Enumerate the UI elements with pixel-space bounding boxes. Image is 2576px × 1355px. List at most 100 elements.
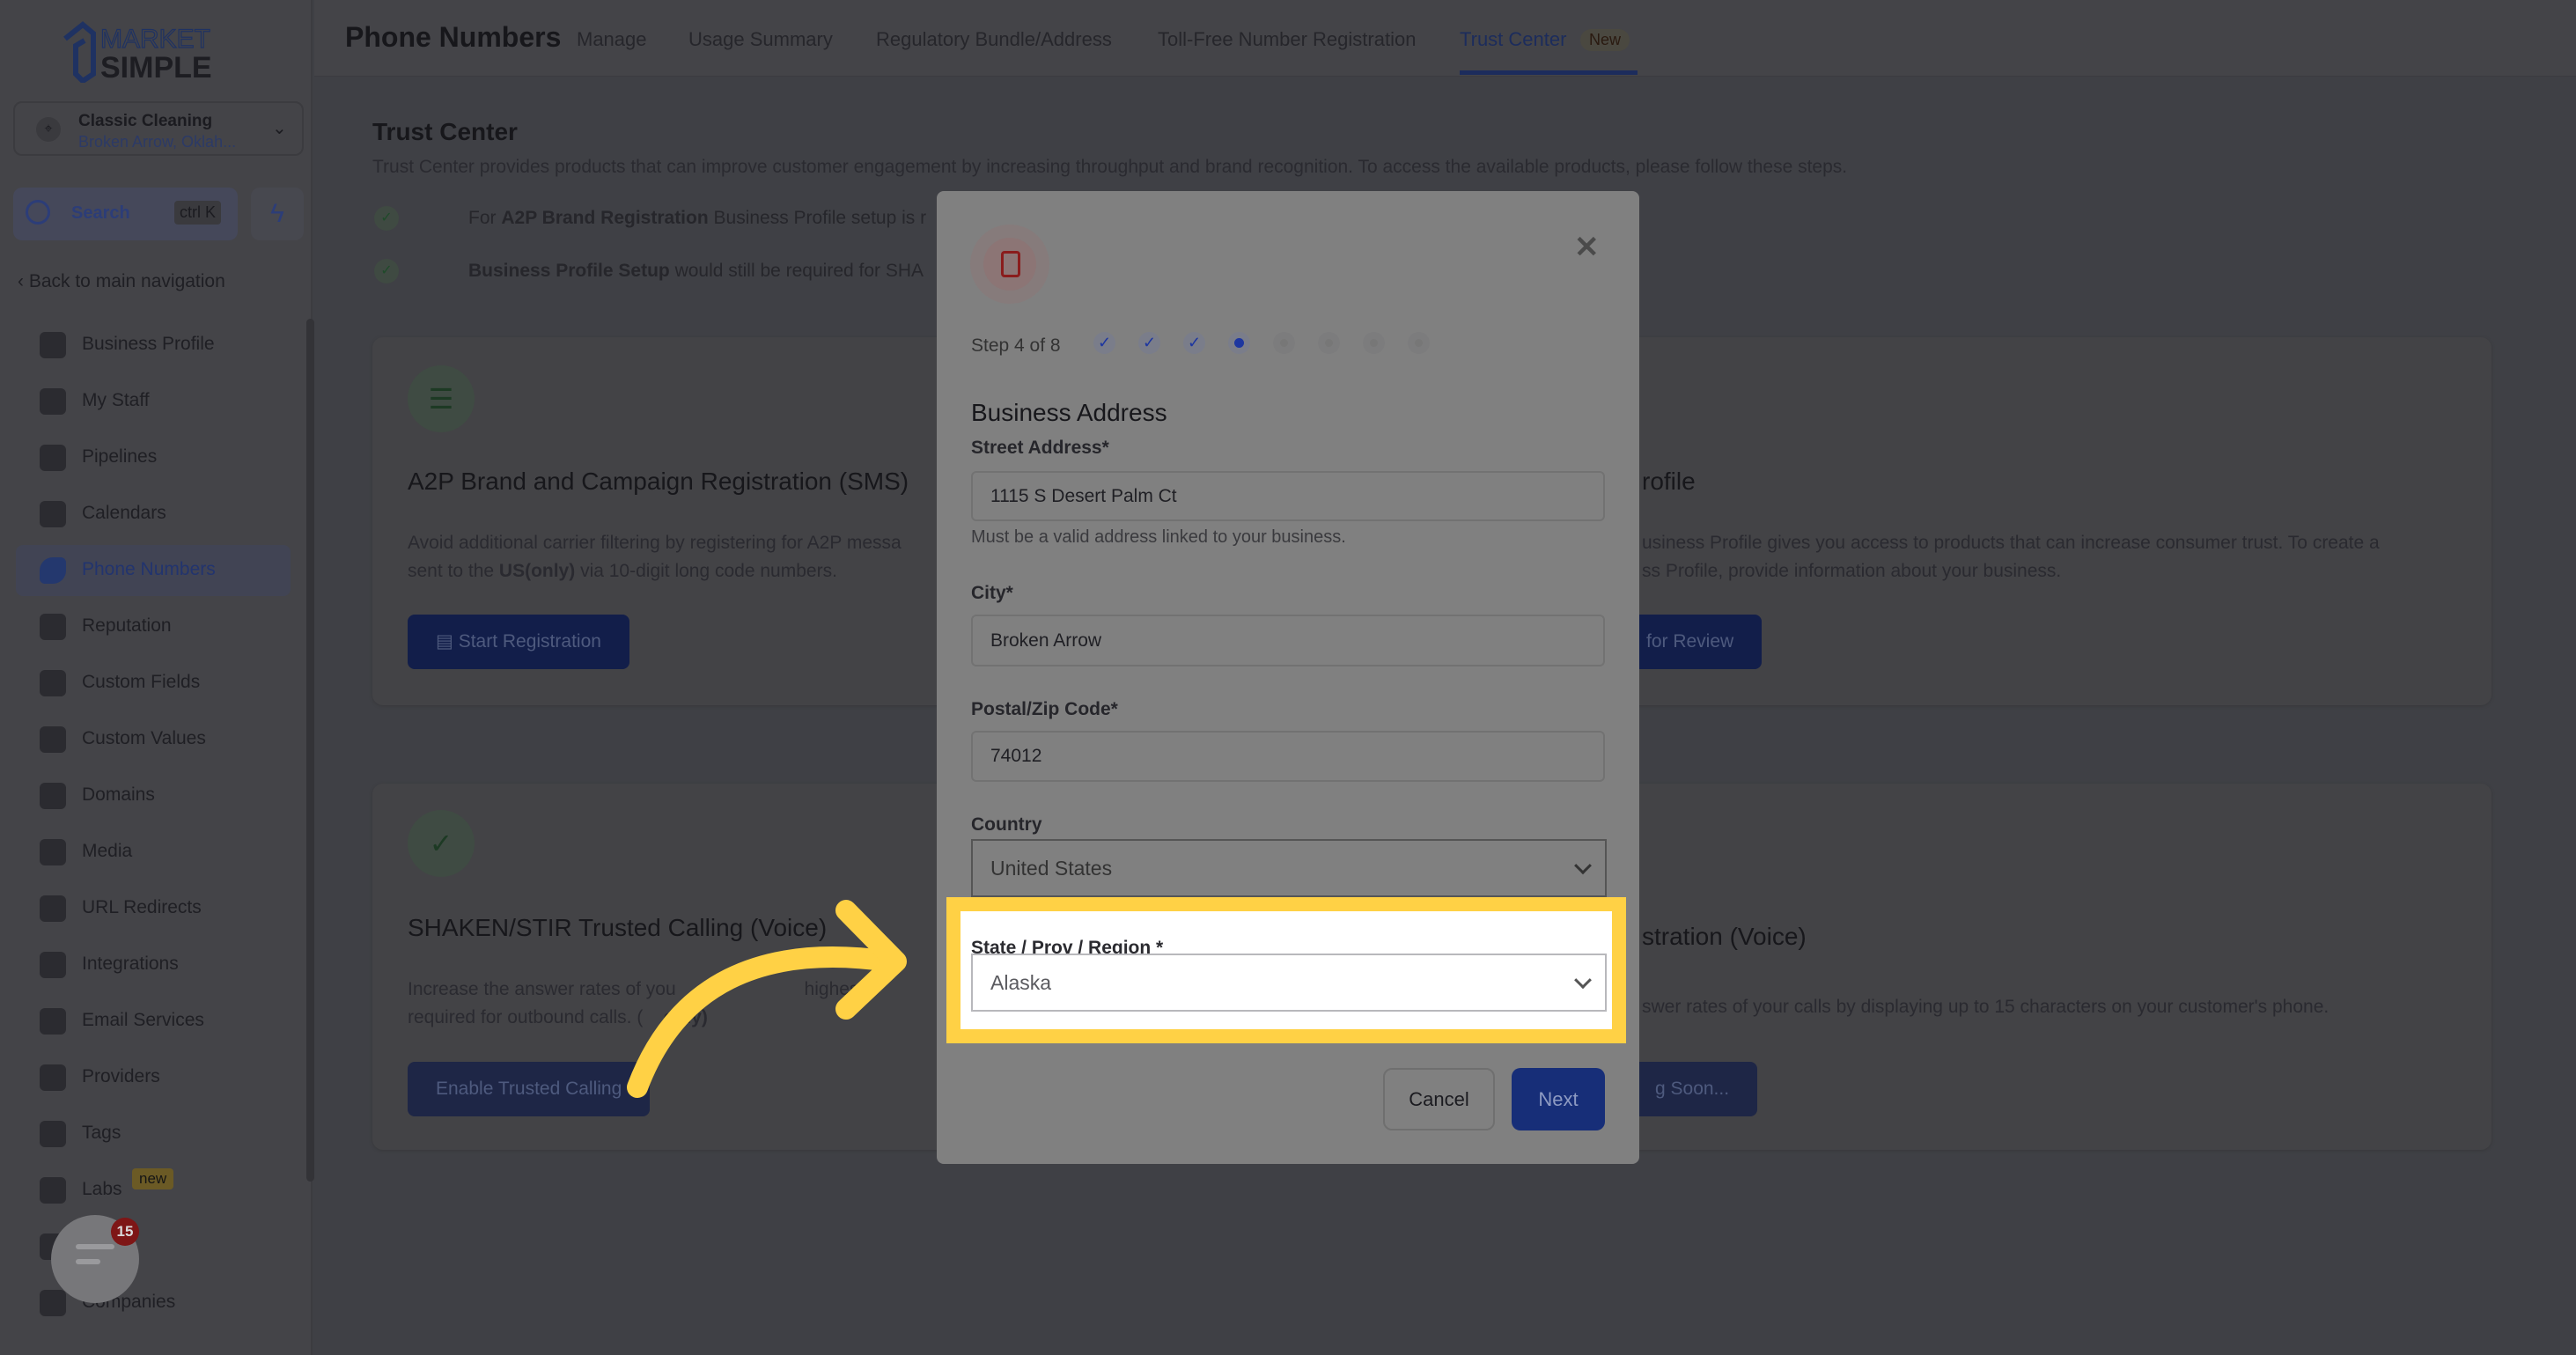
enable-trusted-calling-button[interactable]: Enable Trusted Calling bbox=[408, 1062, 651, 1116]
business-address-modal: ✕ Step 4 of 8 ✓ ✓ ✓ Business Address Stree… bbox=[937, 191, 1639, 1164]
sidebar-item-media[interactable]: Media bbox=[16, 827, 291, 878]
globe-icon bbox=[40, 783, 66, 809]
next-button[interactable]: Next bbox=[1512, 1068, 1605, 1130]
tag-icon bbox=[40, 1121, 66, 1147]
state-select[interactable]: Alaska bbox=[971, 954, 1607, 1012]
tab-usage-summary[interactable]: Usage Summary bbox=[688, 28, 833, 51]
location-address: Broken Arrow, Oklah... bbox=[78, 133, 237, 151]
sidebar-item-label: Pipelines bbox=[82, 446, 158, 467]
sidebar-item-label: Media bbox=[82, 841, 133, 861]
country-label: Country bbox=[971, 814, 1042, 835]
step-complete-check-icon: ✓ bbox=[1093, 332, 1115, 354]
user-icon bbox=[40, 388, 66, 415]
custom-fields-icon bbox=[40, 670, 66, 696]
verified-badge-icon: ✓ bbox=[408, 810, 475, 877]
step-pending-dot bbox=[1363, 332, 1385, 354]
briefcase-icon bbox=[40, 332, 66, 358]
email-icon bbox=[40, 1008, 66, 1035]
check-icon: ✓ bbox=[374, 206, 399, 231]
sidebar: MARKET SIMPLE ⌖ Classic Cleaning Broken … bbox=[0, 0, 314, 1355]
step-pending-dot bbox=[1273, 332, 1295, 354]
document-check-icon: ☰ bbox=[408, 365, 475, 432]
highlight-box: State / Prov / Region * Alaska bbox=[946, 897, 1626, 1043]
postal-code-input[interactable]: 74012 bbox=[971, 731, 1605, 782]
step-indicator-text: Step 4 of 8 bbox=[971, 335, 1061, 356]
sidebar-item-label: Custom Values bbox=[82, 728, 206, 748]
sidebar-item-business-profile[interactable]: Business Profile bbox=[16, 320, 291, 371]
redirect-icon bbox=[40, 895, 66, 922]
sidebar-item-label: Phone Numbers bbox=[82, 559, 216, 579]
page-title: Phone Numbers bbox=[345, 21, 562, 53]
step-complete-check-icon: ✓ bbox=[1138, 332, 1160, 354]
sidebar-item-custom-values[interactable]: Custom Values bbox=[16, 714, 291, 765]
sidebar-item-label: My Staff bbox=[82, 390, 150, 410]
sidebar-item-label: Email Services bbox=[82, 1010, 204, 1030]
search-button[interactable]: Search ctrl K bbox=[13, 188, 238, 240]
trust-center-description: Trust Center provides products that can … bbox=[372, 157, 1848, 177]
sidebar-item-calendars[interactable]: Calendars bbox=[16, 489, 291, 540]
search-label: Search bbox=[71, 203, 130, 223]
location-pin-icon: ⌖ bbox=[36, 117, 61, 142]
sidebar-item-providers[interactable]: Providers bbox=[16, 1052, 291, 1103]
sidebar-item-reputation[interactable]: Reputation bbox=[16, 601, 291, 652]
start-registration-button[interactable]: ▤ Start Registration bbox=[408, 615, 629, 669]
card-title: A2P Brand and Campaign Registration (SMS… bbox=[408, 468, 909, 495]
calendar-icon bbox=[40, 501, 66, 527]
clipboard-icon bbox=[40, 1064, 66, 1091]
street-label: Street Address* bbox=[971, 438, 1109, 458]
state-value: Alaska bbox=[990, 970, 1052, 994]
tab-trust-center[interactable]: Trust Center bbox=[1460, 28, 1566, 51]
location-switcher[interactable]: ⌖ Classic Cleaning Broken Arrow, Oklah..… bbox=[13, 101, 304, 156]
card-title: rofile bbox=[1642, 468, 1696, 495]
sidebar-item-label: Custom Fields bbox=[82, 672, 201, 692]
sidebar-item-label: Domains bbox=[82, 784, 155, 805]
card-title: stration (Voice) bbox=[1642, 923, 1807, 950]
integrations-icon bbox=[40, 952, 66, 978]
step-1-text: For A2P Brand Registration Business Prof… bbox=[468, 208, 927, 228]
chat-unread-badge: 15 bbox=[111, 1218, 139, 1246]
svg-text:MARKET: MARKET bbox=[100, 25, 210, 54]
sidebar-scrollbar[interactable] bbox=[306, 319, 314, 1182]
sidebar-item-custom-fields[interactable]: Custom Fields bbox=[16, 658, 291, 709]
star-icon bbox=[40, 614, 66, 640]
sidebar-item-my-staff[interactable]: My Staff bbox=[16, 376, 291, 427]
cancel-button[interactable]: Cancel bbox=[1383, 1068, 1495, 1130]
sidebar-item-label: Tags bbox=[82, 1123, 121, 1143]
back-label: Back to main navigation bbox=[28, 271, 225, 291]
search-shortcut: ctrl K bbox=[174, 201, 222, 225]
quick-actions-bolt-icon[interactable]: ϟ bbox=[251, 188, 304, 240]
sidebar-item-companies[interactable]: Companies bbox=[16, 1278, 291, 1329]
tab-toll-free-registration[interactable]: Toll-Free Number Registration bbox=[1158, 28, 1416, 51]
country-select[interactable]: United States bbox=[971, 839, 1607, 897]
chat-icon bbox=[76, 1244, 114, 1249]
city-label: City* bbox=[971, 583, 1013, 603]
street-address-input[interactable]: 1115 S Desert Palm Ct bbox=[971, 471, 1605, 521]
sidebar-item-phone-numbers[interactable]: Phone Numbers bbox=[16, 545, 291, 596]
building-icon bbox=[40, 1290, 66, 1316]
sidebar-item-label: Integrations bbox=[82, 954, 179, 974]
sidebar-item-url-redirects[interactable]: URL Redirects bbox=[16, 883, 291, 934]
svg-text:SIMPLE: SIMPLE bbox=[100, 51, 212, 83]
media-icon bbox=[40, 839, 66, 865]
sidebar-item-tags[interactable]: Tags bbox=[16, 1108, 291, 1160]
sidebar-item-label: Providers bbox=[82, 1066, 160, 1086]
tab-regulatory-bundle[interactable]: Regulatory Bundle/Address bbox=[876, 28, 1112, 51]
modal-heading: Business Address bbox=[971, 399, 1167, 426]
card-description: swer rates of your calls by displaying u… bbox=[1642, 997, 2329, 1017]
tab-manage[interactable]: Manage bbox=[577, 28, 647, 51]
document-icon: ▤ bbox=[436, 631, 459, 652]
check-icon: ✓ bbox=[374, 259, 399, 284]
sidebar-item-domains[interactable]: Domains bbox=[16, 770, 291, 821]
funnel-icon bbox=[40, 445, 66, 471]
sidebar-item-integrations[interactable]: Integrations bbox=[16, 939, 291, 990]
close-icon[interactable]: ✕ bbox=[1574, 230, 1600, 265]
sidebar-item-pipelines[interactable]: Pipelines bbox=[16, 432, 291, 483]
street-help-text: Must be a valid address linked to your b… bbox=[971, 527, 1346, 547]
city-input[interactable]: Broken Arrow bbox=[971, 615, 1605, 666]
sidebar-item-email-services[interactable]: Email Services bbox=[16, 996, 291, 1047]
country-value: United States bbox=[990, 856, 1113, 880]
sidebar-item-label: Calendars bbox=[82, 503, 166, 523]
flask-icon bbox=[40, 1177, 66, 1204]
top-header: Phone Numbers Manage Usage Summary Regul… bbox=[314, 0, 2576, 77]
back-to-main-navigation[interactable]: ‹ Back to main navigation bbox=[18, 271, 225, 292]
